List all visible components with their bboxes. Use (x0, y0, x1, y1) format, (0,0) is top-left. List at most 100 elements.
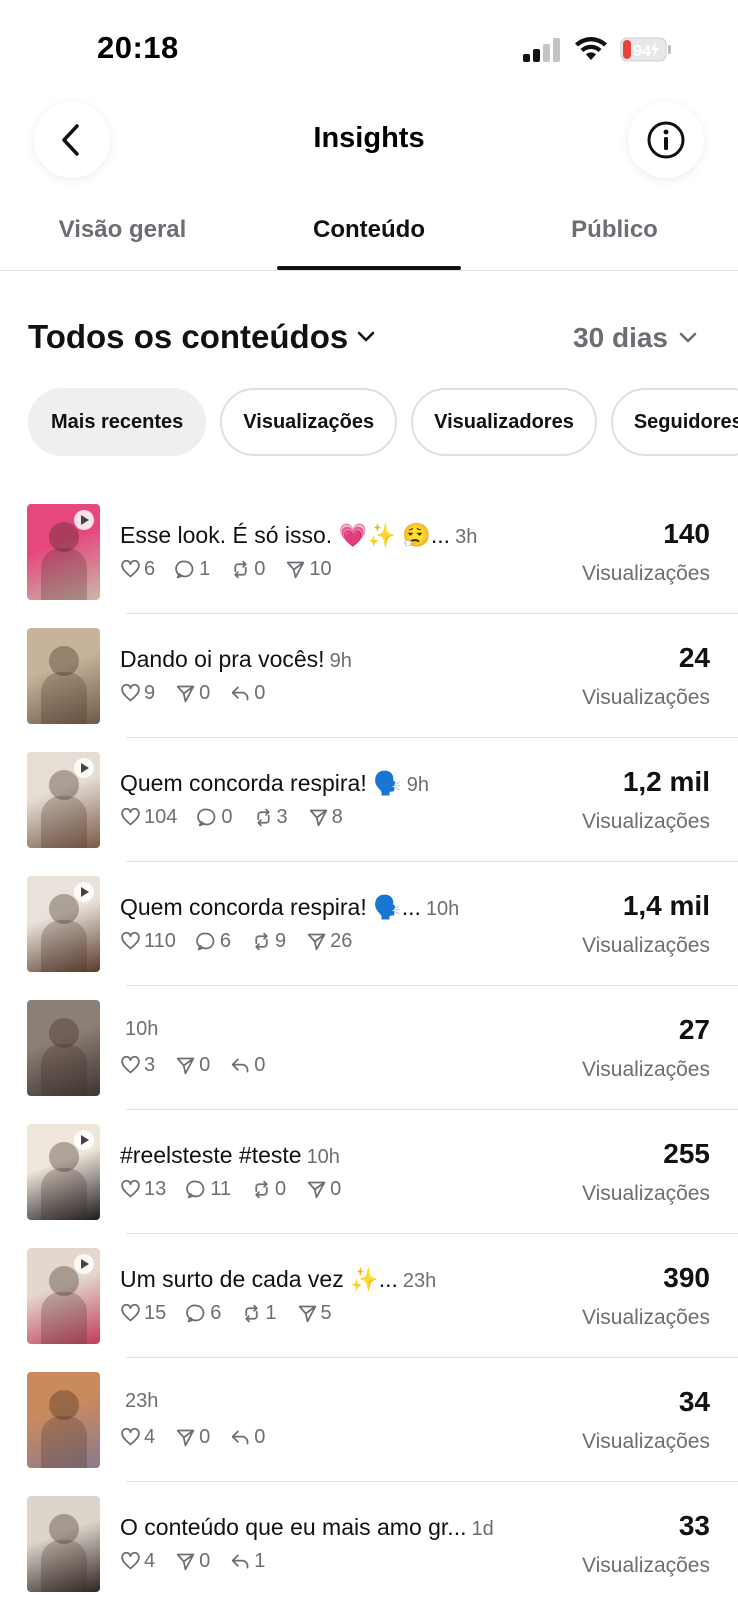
content-thumbnail[interactable] (27, 1496, 100, 1592)
views-count: 27 (678, 1014, 710, 1045)
stat-heart: 4 (120, 1550, 155, 1573)
comment-icon (186, 1180, 205, 1199)
chip-mais-recentes[interactable]: Mais recentes (28, 388, 207, 456)
stat-send: 5 (297, 1302, 332, 1325)
views-count: 1,2 mil (622, 766, 710, 797)
content-thumbnail[interactable] (27, 752, 100, 848)
comment-icon (197, 808, 216, 827)
tab-conteudo[interactable]: Conteúdo (277, 216, 461, 244)
views-label: Visualizações (581, 562, 710, 585)
caption-line: Um surto de cada vez ✨... 23h (120, 1266, 570, 1296)
stat-value: 26 (330, 930, 353, 952)
repost-icon (255, 1180, 268, 1199)
send-icon (176, 1553, 195, 1571)
video-icon (74, 1254, 94, 1274)
chip-seguidores[interactable]: Seguidores (610, 388, 738, 456)
stat-send: 8 (308, 806, 343, 829)
stat-reply: 1 (230, 1550, 265, 1573)
send-icon (176, 1429, 195, 1447)
stat-value: 110 (144, 930, 176, 952)
stat-heart: 3 (120, 1054, 155, 1077)
views-label: Visualizações (581, 1430, 710, 1453)
repost-icon (245, 1304, 258, 1323)
stat-heart: 13 (120, 1178, 166, 1201)
stat-value: 0 (199, 1054, 211, 1076)
content-thumbnail[interactable] (27, 628, 100, 724)
stat-value: 9 (144, 682, 156, 704)
stat-send: 0 (306, 1178, 341, 1201)
heart-icon (121, 1303, 140, 1322)
views-count: 34 (678, 1386, 710, 1417)
content-stats: 3 0 0 (120, 1054, 265, 1077)
stat-value: 6 (210, 1302, 222, 1324)
content-row[interactable]: O conteúdo que eu mais amo gr... 1d 4 0 1 33 V… (0, 1482, 738, 1600)
views-label: Visualizações (581, 1058, 710, 1081)
chip-visualizadores[interactable]: Visualizadores (411, 388, 597, 456)
content-stats: 15 6 1 5 (120, 1302, 332, 1325)
content-thumbnail[interactable] (27, 1372, 100, 1468)
content-age: 10h (425, 898, 460, 920)
stat-heart: 9 (120, 682, 155, 705)
tab-publico[interactable]: Público (536, 216, 693, 244)
reply-icon (232, 1058, 249, 1073)
send-icon (309, 809, 327, 827)
stat-repost: 0 (230, 558, 265, 581)
views-label: Visualizações (581, 1182, 710, 1205)
heart-icon (121, 683, 140, 702)
stat-heart: 104 (120, 806, 177, 829)
active-tab-indicator (277, 266, 461, 270)
date-range-label: 30 dias (573, 322, 668, 353)
send-icon (287, 561, 305, 579)
tab-visao-geral[interactable]: Visão geral (40, 216, 205, 244)
views-label: Visualizações (581, 1554, 710, 1577)
heart-icon (121, 1427, 140, 1446)
caption-line: Dando oi pra vocês! 9h (120, 646, 570, 676)
views-count: 33 (678, 1510, 710, 1541)
info-button[interactable] (628, 102, 704, 178)
content-row[interactable]: Um surto de cada vez ✨... 23h 15 6 1 5 390 Visu… (0, 1234, 738, 1358)
stat-value: 6 (144, 558, 156, 580)
stat-value: 4 (144, 1426, 156, 1448)
stat-value: 13 (144, 1178, 167, 1200)
status-time: 20:18 (97, 30, 179, 65)
comment-icon (196, 932, 215, 951)
content-stats: 4 0 0 (120, 1426, 265, 1449)
content-thumbnail[interactable] (27, 876, 100, 972)
content-row[interactable]: Quem concorda respira! 🗣️ 9h 104 0 3 8 1,2 mil… (0, 738, 738, 862)
stat-value: 0 (254, 558, 266, 580)
date-range-dropdown[interactable]: 30 dias (573, 322, 698, 354)
stat-value: 5 (320, 1302, 332, 1324)
content-thumbnail[interactable] (27, 1000, 100, 1096)
content-row[interactable]: 10h 3 0 0 27 Visualizações (0, 986, 738, 1110)
stat-comment: 0 (197, 806, 233, 829)
caption-line: 23h (120, 1390, 570, 1420)
content-thumbnail[interactable] (27, 1124, 100, 1220)
content-age: 9h (406, 774, 429, 796)
stat-heart: 6 (120, 558, 155, 581)
chip-visualizacoes[interactable]: Visualizações (220, 388, 398, 456)
content-row[interactable]: #reelsteste #teste 10h 13 11 0 0 255 Visualizaç… (0, 1110, 738, 1234)
stat-heart: 110 (120, 930, 176, 953)
content-thumbnail[interactable] (27, 504, 100, 600)
stat-comment: 1 (175, 558, 210, 581)
content-row[interactable]: Quem concorda respira! 🗣️... 10h 110 6 9 26 1,… (0, 862, 738, 986)
content-row[interactable]: 23h 4 0 0 34 Visualizações (0, 1358, 738, 1482)
stat-send: 0 (175, 1054, 210, 1077)
content-row[interactable]: Dando oi pra vocês! 9h 9 0 0 24 Visualizações (0, 614, 738, 738)
content-row[interactable]: Esse look. É só isso. 💗✨ 😮‍💨... 3h 6 1 0 10 14… (0, 490, 738, 614)
stat-comment: 6 (196, 930, 231, 953)
top-header: Insights (0, 95, 738, 185)
video-icon (74, 1130, 94, 1150)
stat-value: 0 (254, 682, 266, 704)
stat-value: 0 (199, 1550, 211, 1572)
send-icon (176, 685, 195, 703)
stat-repost: 0 (251, 1178, 286, 1201)
views-count: 24 (678, 642, 710, 673)
content-stats: 9 0 0 (120, 682, 265, 705)
stat-send: 0 (175, 1426, 210, 1449)
content-filter-dropdown[interactable]: Todos os conteúdos (28, 318, 376, 356)
content-caption: Esse look. É só isso. 💗✨ 😮‍💨... (120, 522, 451, 548)
content-thumbnail[interactable] (27, 1248, 100, 1344)
content-stats: 6 1 0 10 (120, 558, 332, 581)
content-age: 1d (471, 1518, 494, 1540)
